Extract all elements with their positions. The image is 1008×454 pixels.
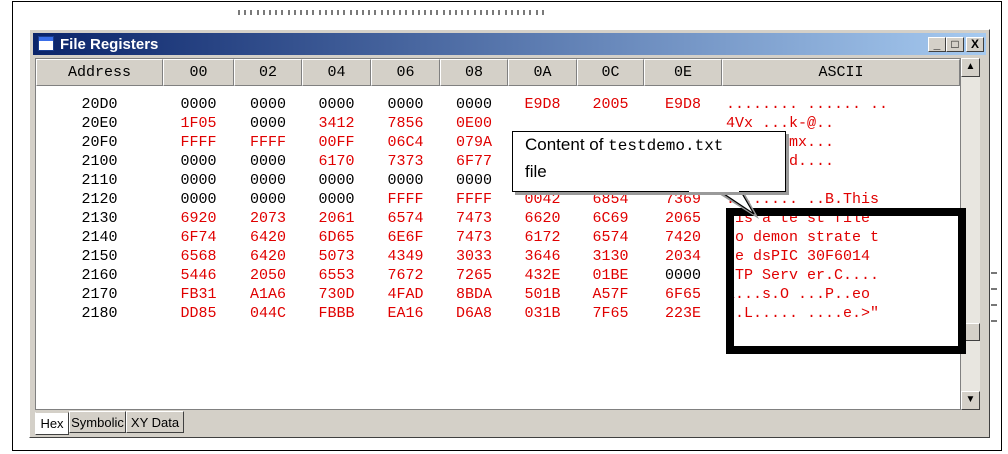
callout-pointer-cover	[689, 190, 739, 192]
